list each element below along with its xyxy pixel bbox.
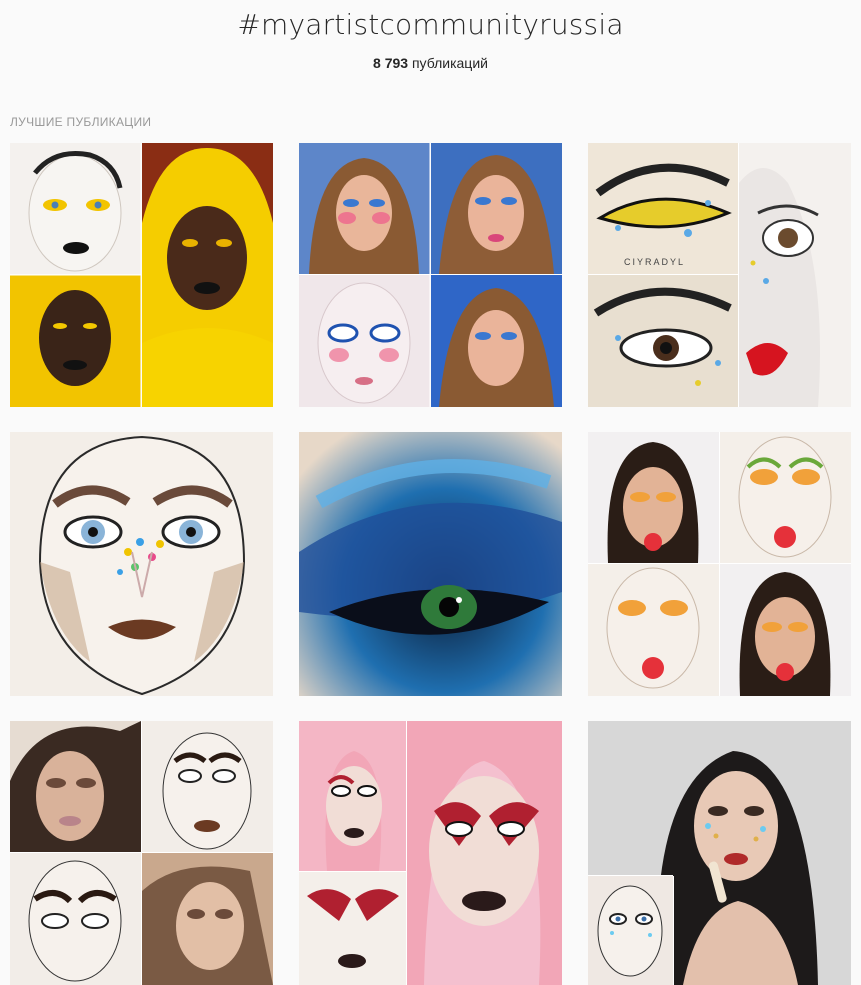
post-tile-6[interactable] <box>588 432 851 696</box>
post-tile-1[interactable] <box>10 143 273 407</box>
post-tile-9[interactable] <box>588 721 851 985</box>
post-thumbnail-5 <box>299 432 562 696</box>
post-count-number: 8 793 <box>373 55 409 71</box>
post-tile-7[interactable] <box>10 721 273 985</box>
post-thumbnail-7 <box>10 721 273 985</box>
post-thumbnail-2 <box>299 143 562 407</box>
post-count-label: публикаций <box>411 55 488 71</box>
post-tile-5[interactable] <box>299 432 562 696</box>
post-tile-2[interactable] <box>299 143 562 407</box>
post-thumbnail-6 <box>588 432 851 696</box>
hashtag-title: #myartistcommunityrussia <box>237 8 624 41</box>
post-thumbnail-9 <box>588 721 851 985</box>
post-tile-4[interactable] <box>10 432 273 696</box>
post-thumbnail-4 <box>10 432 273 696</box>
top-posts-label: ЛУЧШИЕ ПУБЛИКАЦИИ <box>10 115 152 129</box>
watermark-text: CIYRADYL <box>624 257 685 267</box>
post-thumbnail-8 <box>299 721 562 985</box>
post-tile-3[interactable]: CIYRADYL <box>588 143 851 407</box>
post-count: 8 793 публикаций <box>0 55 861 71</box>
post-thumbnail-3: CIYRADYL <box>588 143 851 407</box>
post-tile-8[interactable] <box>299 721 562 985</box>
post-thumbnail-1 <box>10 143 273 407</box>
